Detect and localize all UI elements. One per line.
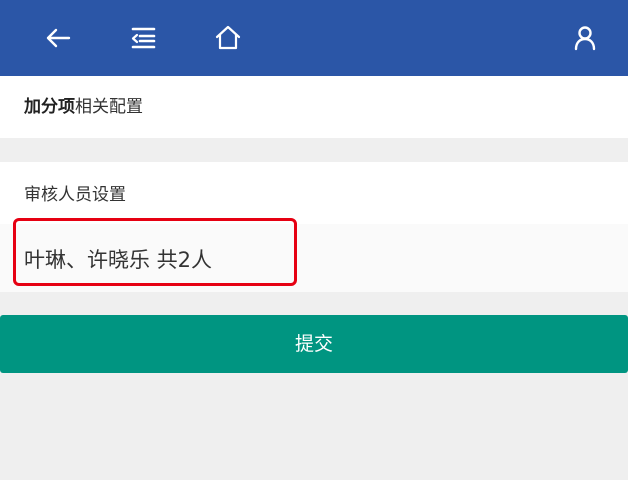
submit-button[interactable]: 提交 [0, 315, 628, 373]
bonus-config-title-rest: 相关配置 [75, 97, 143, 117]
reviewer-settings-label: 审核人员设置 [24, 185, 126, 205]
back-button[interactable] [40, 20, 76, 56]
menu-collapse-icon [131, 27, 156, 49]
bonus-config-title-bold: 加分项 [24, 97, 75, 117]
bonus-config-header: 加分项相关配置 [0, 76, 628, 138]
reviewer-selector[interactable]: 叶琳、许晓乐 共2人 [0, 224, 628, 292]
user-button[interactable] [567, 20, 603, 56]
top-navigation-bar [0, 0, 628, 76]
home-icon [215, 25, 241, 50]
reviewer-settings-row: 审核人员设置 [0, 162, 628, 224]
reviewer-list-value: 叶琳、许晓乐 共2人 [24, 248, 213, 272]
home-button[interactable] [210, 20, 246, 56]
menu-button[interactable] [125, 20, 161, 56]
bonus-config-title: 加分项相关配置 [24, 96, 143, 118]
user-icon [574, 26, 596, 51]
back-arrow-icon [46, 28, 71, 48]
